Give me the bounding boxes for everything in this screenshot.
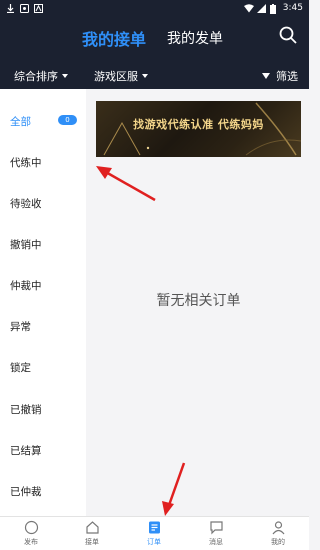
sidebar-item-abnormal[interactable]: 异常	[0, 306, 86, 346]
sidebar-item-label: 全部	[10, 115, 31, 128]
filter-label: 筛选	[276, 70, 298, 83]
nav-item-label: 接单	[85, 538, 99, 546]
sidebar-item-label: 代练中	[10, 156, 42, 169]
count-badge: 0	[58, 115, 77, 125]
status-bar: 3:45	[0, 0, 309, 16]
sidebar-item-revoked[interactable]: 已撤销	[0, 389, 86, 429]
sort-label: 综合排序	[14, 70, 58, 83]
nav-item-label: 订单	[147, 538, 161, 546]
nav-item-publish[interactable]: 发布	[11, 520, 51, 550]
sidebar-item-label: 已仲裁	[10, 485, 42, 498]
sidebar-item-label: 已撤销	[10, 403, 42, 416]
filter-button[interactable]: 筛选	[262, 68, 298, 84]
promo-banner[interactable]: 找游戏代练认准 代练妈妈	[96, 101, 301, 157]
publish-icon	[24, 520, 38, 535]
header: 我的接单 我的发单	[0, 16, 309, 60]
download-icon	[6, 3, 15, 13]
status-sidebar: 全部 0 代练中 待验收 撤销中 仲裁中 异常 锁定 已撤销 已结算 已仲裁	[0, 89, 86, 516]
app-icon	[34, 3, 43, 13]
search-icon[interactable]	[277, 24, 299, 46]
status-time: 3:45	[282, 3, 303, 13]
banner-text: 找游戏代练认准 代练妈妈	[133, 118, 264, 131]
annotation-arrow-orders-tab	[162, 462, 186, 516]
sidebar-item-label: 异常	[10, 320, 31, 333]
signal-icon	[256, 3, 266, 13]
sidebar-item-label: 已结算	[10, 444, 42, 457]
user-icon	[272, 521, 284, 535]
sidebar-item-label: 撤销中	[10, 238, 42, 251]
notification-icon	[20, 3, 29, 13]
sort-dropdown[interactable]: 综合排序	[14, 68, 68, 84]
sidebar-item-arbitrated[interactable]: 已仲裁	[0, 471, 86, 511]
sidebar-item-label: 仲裁中	[10, 279, 42, 292]
sidebar-item-locked[interactable]: 锁定	[0, 347, 86, 387]
sidebar-item-label: 待验收	[10, 197, 42, 210]
sidebar-item-settled[interactable]: 已结算	[0, 430, 86, 470]
nav-item-label: 我的	[271, 538, 285, 546]
funnel-icon	[262, 73, 270, 79]
region-label: 游戏区服	[94, 70, 138, 83]
caret-down-icon	[142, 74, 148, 78]
empty-state-text: 暂无相关订单	[156, 293, 241, 309]
nav-item-label: 发布	[24, 538, 38, 546]
sidebar-item-pending-acceptance[interactable]: 待验收	[0, 183, 86, 223]
wifi-icon	[243, 3, 254, 13]
annotation-arrow-sidebar	[96, 166, 156, 202]
nav-item-messages[interactable]: 消息	[196, 520, 236, 550]
orders-icon	[148, 521, 160, 534]
sidebar-item-in-progress[interactable]: 代练中	[0, 142, 86, 182]
sidebar-item-all[interactable]: 全部 0	[0, 101, 86, 141]
sidebar-item-label: 锁定	[10, 361, 31, 374]
sidebar-item-revoking[interactable]: 撤销中	[0, 224, 86, 264]
nav-item-orders[interactable]: 订单	[134, 520, 174, 550]
tab-my-accepted-orders[interactable]: 我的接单	[82, 26, 146, 50]
battery-icon	[269, 3, 279, 14]
sidebar-item-arbitrating[interactable]: 仲裁中	[0, 265, 86, 305]
nav-item-profile[interactable]: 我的	[258, 520, 298, 550]
caret-down-icon	[62, 74, 68, 78]
message-icon	[209, 521, 223, 535]
tab-my-published-orders[interactable]: 我的发单	[167, 28, 223, 48]
nav-item-label: 消息	[209, 538, 223, 546]
bottom-nav: 发布 接单 订单 消息 我的	[0, 516, 309, 550]
home-icon	[85, 521, 99, 534]
filter-bar: 综合排序 游戏区服 筛选	[0, 60, 309, 89]
nav-item-accept[interactable]: 接单	[72, 520, 112, 550]
region-dropdown[interactable]: 游戏区服	[94, 68, 148, 84]
